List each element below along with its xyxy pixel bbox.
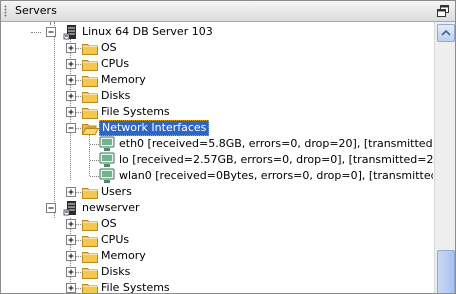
tree-node-file-systems[interactable]: File Systems xyxy=(1,104,433,120)
tree-node-interface[interactable]: wlan0 [received=0Bytes, errors=0, drop=0… xyxy=(1,168,433,184)
server-icon xyxy=(63,25,76,40)
folder-icon xyxy=(82,188,98,199)
server-icon xyxy=(63,201,76,216)
collapse-toggle[interactable] xyxy=(66,123,76,133)
tree-node-cpus[interactable]: CPUs xyxy=(1,56,433,72)
expand-toggle[interactable] xyxy=(66,267,76,277)
tree-node-label[interactable]: Users xyxy=(99,184,134,200)
expand-toggle[interactable] xyxy=(66,219,76,229)
tree-node-users[interactable]: Users xyxy=(1,184,433,200)
tree-node-disks[interactable]: Disks xyxy=(1,264,433,280)
tree-node-server-1[interactable]: Linux 64 DB Server 103 xyxy=(1,24,433,40)
scroll-up-arrow-icon xyxy=(441,29,451,36)
panel-titlebar[interactable]: Servers xyxy=(1,1,455,22)
folder-icon xyxy=(82,92,98,103)
interface-label[interactable]: lo [received=2.57GB, errors=0, drop=0], … xyxy=(117,152,433,168)
tree-node-memory[interactable]: Memory xyxy=(1,72,433,88)
tree-node-label[interactable]: OS xyxy=(99,40,119,56)
tree-node-label-selected[interactable]: Network Interfaces xyxy=(99,120,210,136)
tree-node-label[interactable]: File Systems xyxy=(99,104,172,120)
folder-icon xyxy=(82,284,98,293)
folder-icon xyxy=(82,220,98,231)
tree-node-memory[interactable]: Memory xyxy=(1,248,433,264)
collapse-toggle[interactable] xyxy=(46,203,56,213)
servers-panel: Servers Linux 64 DB Server 103 OS CPUs M… xyxy=(0,0,456,294)
expand-toggle[interactable] xyxy=(66,43,76,53)
tree-node-label[interactable]: Memory xyxy=(99,248,148,264)
restore-button[interactable] xyxy=(437,5,449,17)
folder-icon xyxy=(82,108,98,119)
tree-node-label[interactable]: Disks xyxy=(99,264,132,280)
tree-node-label[interactable]: OS xyxy=(99,216,119,232)
vertical-scrollbar[interactable] xyxy=(434,22,455,293)
tree-node-network-interfaces[interactable]: Network Interfaces xyxy=(1,120,433,136)
folder-icon xyxy=(82,236,98,247)
tree-node-cpus[interactable]: CPUs xyxy=(1,232,433,248)
drag-grip-icon[interactable] xyxy=(4,5,7,17)
expand-toggle[interactable] xyxy=(66,59,76,69)
scroll-up-button[interactable] xyxy=(437,24,455,42)
tree-node-disks[interactable]: Disks xyxy=(1,88,433,104)
network-interface-icon xyxy=(99,136,115,151)
tree-node-interface[interactable]: eth0 [received=5.8GB, errors=0, drop=20]… xyxy=(1,136,433,152)
tree-node-label[interactable]: Memory xyxy=(99,72,148,88)
tree-node-label[interactable]: File Systems xyxy=(99,280,172,293)
tree-node-label[interactable]: Disks xyxy=(99,88,132,104)
restore-window-icon xyxy=(437,5,449,17)
folder-open-icon xyxy=(82,124,99,135)
expand-toggle[interactable] xyxy=(66,107,76,117)
interface-label[interactable]: wlan0 [received=0Bytes, errors=0, drop=0… xyxy=(117,168,433,184)
expand-toggle[interactable] xyxy=(66,75,76,85)
tree-node-label[interactable]: CPUs xyxy=(99,232,131,248)
expand-toggle[interactable] xyxy=(66,235,76,245)
expand-toggle[interactable] xyxy=(66,187,76,197)
folder-icon xyxy=(82,252,98,263)
tree-node-server-2[interactable]: newserver xyxy=(1,200,433,216)
folder-icon xyxy=(82,268,98,279)
interface-label[interactable]: eth0 [received=5.8GB, errors=0, drop=20]… xyxy=(117,136,433,152)
tree-node-os[interactable]: OS xyxy=(1,216,433,232)
folder-icon xyxy=(82,44,98,55)
panel-title: Servers xyxy=(15,4,57,17)
scroll-thumb[interactable] xyxy=(437,250,455,293)
expand-toggle[interactable] xyxy=(66,283,76,293)
network-interface-icon xyxy=(99,168,115,183)
folder-icon xyxy=(82,60,98,71)
tree-node-interface[interactable]: lo [received=2.57GB, errors=0, drop=0], … xyxy=(1,152,433,168)
network-interface-icon xyxy=(99,152,115,167)
server-label[interactable]: newserver xyxy=(80,200,142,216)
tree-node-os[interactable]: OS xyxy=(1,40,433,56)
collapse-toggle[interactable] xyxy=(46,27,56,37)
tree-node-file-systems[interactable]: File Systems xyxy=(1,280,433,293)
expand-toggle[interactable] xyxy=(66,251,76,261)
tree-node-label[interactable]: CPUs xyxy=(99,56,131,72)
folder-icon xyxy=(82,76,98,87)
expand-toggle[interactable] xyxy=(66,91,76,101)
server-tree[interactable]: Linux 64 DB Server 103 OS CPUs Memory Di… xyxy=(1,22,433,293)
server-label[interactable]: Linux 64 DB Server 103 xyxy=(80,24,215,40)
